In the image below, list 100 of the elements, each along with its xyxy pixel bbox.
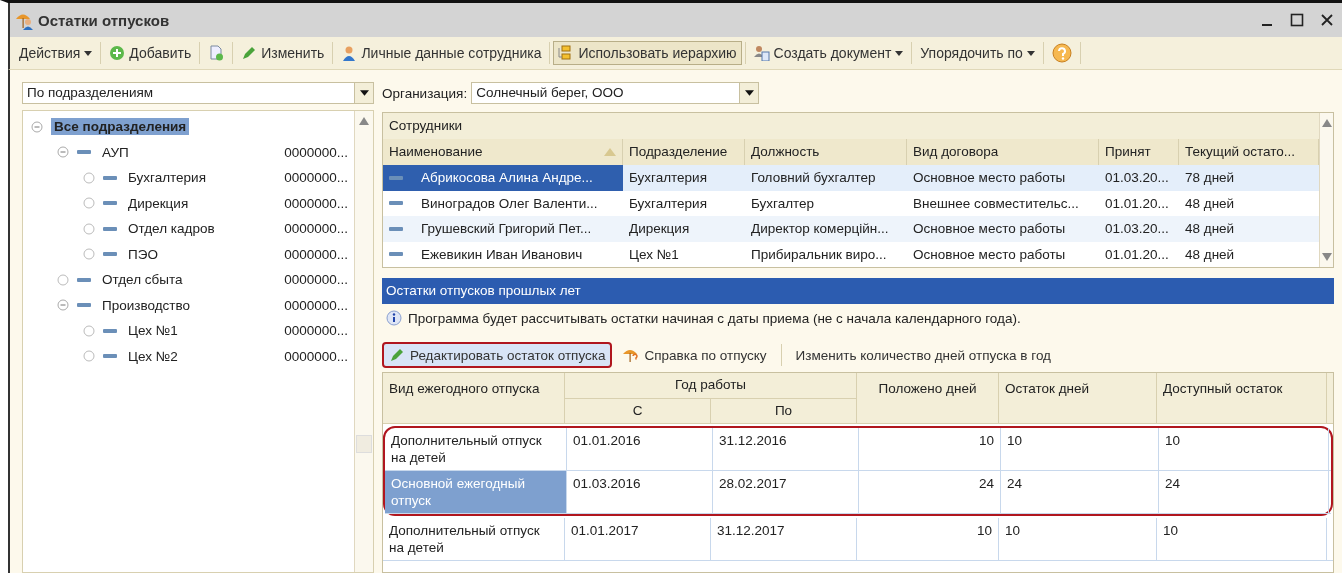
expand-toggle[interactable]: [83, 222, 95, 235]
organization-dropdown[interactable]: Солнечный берег, ООО: [471, 82, 760, 104]
column-header[interactable]: Остаток дней: [999, 373, 1157, 423]
table-cell: 01.03.2016: [567, 471, 713, 513]
table-cell: Грушевский Григорий Пет...: [421, 221, 592, 237]
close-icon[interactable]: [1320, 13, 1334, 27]
grouping-dropdown[interactable]: По подразделениям: [22, 82, 374, 104]
person-icon: [341, 45, 358, 61]
table-cell: 01.01.20...: [1105, 195, 1169, 211]
tree-item[interactable]: ПЭО: [125, 245, 161, 263]
expand-toggle[interactable]: [57, 273, 69, 286]
vacation-row[interactable]: Дополнительный отпуск на детей 01.01.2017 31.12.2017 10 10 10: [383, 518, 1333, 561]
caret-icon: [1026, 50, 1035, 56]
table-cell: 48 дней: [1185, 221, 1235, 237]
expand-toggle[interactable]: [83, 324, 95, 337]
table-cell: Бухгалтерия: [629, 170, 707, 186]
panel-title: Сотрудники: [383, 113, 1319, 139]
scroll-down-icon[interactable]: [1321, 253, 1332, 261]
table-cell: Основное место работы: [913, 246, 1066, 262]
action-button[interactable]: Изменить количество дней отпуска в год: [788, 342, 1058, 368]
department-code: 0000000...: [284, 246, 348, 262]
table-cell: 10: [857, 518, 999, 560]
plus-icon: [109, 45, 126, 61]
table-cell: Бухгалтер: [751, 195, 815, 211]
table-cell: 78 дней: [1185, 170, 1235, 186]
column-group-header: Год работы: [565, 373, 857, 399]
scroll-thumb[interactable]: [356, 435, 372, 453]
info-icon: [386, 310, 402, 326]
toolbar-button[interactable]: Личные данные сотрудника: [336, 41, 547, 65]
tree-item[interactable]: Отдел кадров: [125, 220, 218, 238]
action-button[interactable]: Справка по отпуску: [616, 342, 774, 368]
scroll-up-icon[interactable]: [1321, 119, 1332, 127]
tree-item[interactable]: Дирекция: [125, 194, 192, 212]
column-header[interactable]: Вид ежегодного отпуска: [383, 373, 565, 423]
department-code: 0000000...: [284, 170, 348, 186]
tree-item[interactable]: Отдел сбыта: [99, 271, 186, 289]
table-cell: Основное место работы: [913, 221, 1066, 237]
pencil-icon: [241, 45, 258, 61]
table-cell: Бухгалтерия: [629, 195, 707, 211]
table-cell: 10: [1157, 518, 1327, 560]
table-cell: 24: [1159, 471, 1329, 513]
organization-label: Организация:: [382, 85, 468, 101]
tree-item[interactable]: Бухгалтерия: [125, 169, 209, 187]
table-cell: Дополнительный отпуск на детей: [383, 518, 565, 560]
table-cell: 48 дней: [1185, 195, 1235, 211]
column-header[interactable]: Положено дней: [857, 373, 999, 423]
department-code: 0000000...: [284, 297, 348, 313]
table-cell: Дирекция: [629, 221, 690, 237]
vacation-row[interactable]: Основной ежегодный отпуск 01.03.2016 28.02.2017 24 24 24: [385, 471, 1331, 514]
table-cell: 01.03.20...: [1105, 221, 1169, 237]
toolbar-button[interactable]: Упорядочить по: [915, 41, 1040, 65]
toolbar-button[interactable]: Создать документ: [748, 41, 909, 65]
table-cell: 01.03.20...: [1105, 170, 1169, 186]
employee-row[interactable]: Грушевский Григорий Пет... Дирекция Директор комерційн... Основное место работы 01.03.20... 48 дней: [383, 216, 1319, 242]
toolbar-button[interactable]: Использовать иерархию: [553, 41, 742, 65]
table-cell: 10: [1001, 428, 1159, 470]
expand-toggle[interactable]: [31, 120, 43, 133]
scroll-up-icon[interactable]: [359, 117, 369, 125]
tree-item[interactable]: Все подразделения: [51, 118, 190, 136]
table-cell: 24: [859, 471, 1001, 513]
document-plus-icon: [208, 45, 225, 61]
column-header[interactable]: По: [711, 399, 857, 423]
table-cell: 31.12.2016: [713, 428, 859, 470]
dropdown-arrow-icon: [359, 90, 369, 96]
department-code: 0000000...: [284, 195, 348, 211]
tree-item[interactable]: Цех №2: [125, 347, 181, 365]
column-header[interactable]: С: [565, 399, 711, 423]
tree-item[interactable]: АУП: [99, 143, 132, 161]
employee-row[interactable]: Абрикосова Алина Андре... Бухгалтерия Головний бухгалтер Основное место работы 01.03.20... 78 дней: [383, 165, 1319, 191]
tree-item[interactable]: Производство: [99, 296, 194, 314]
table-cell: Дополнительный отпуск на детей: [385, 428, 567, 470]
column-header[interactable]: Доступный остаток: [1157, 373, 1327, 423]
department-code: 0000000...: [284, 348, 348, 364]
umbrella-question-icon: [623, 347, 640, 363]
person-document-icon: [753, 45, 770, 61]
employee-row[interactable]: Виноградов Олег Валенти... Бухгалтерия Бухгалтер Внешнее совместительс... 01.01.20... 48 дней: [383, 190, 1319, 216]
table-cell: Основное место работы: [913, 170, 1066, 186]
table-cell: 10: [1159, 428, 1329, 470]
expand-toggle[interactable]: [83, 197, 95, 210]
table-cell: 01.01.20...: [1105, 246, 1169, 262]
table-cell: Внешнее совместительс...: [913, 195, 1079, 211]
table-cell: 48 дней: [1185, 246, 1235, 262]
expand-toggle[interactable]: [83, 171, 95, 184]
employee-row[interactable]: Ежевикин Иван Иванович Цех №1 Прибиральник виро... Основное место работы 01.01.20... 48 дней: [383, 241, 1319, 267]
toolbar-button[interactable]: Действия: [14, 41, 98, 65]
maximize-icon[interactable]: [1290, 13, 1304, 27]
toolbar-button[interactable]: Добавить: [104, 41, 197, 65]
toolbar-button[interactable]: Изменить: [236, 41, 330, 65]
employee-icon: [389, 225, 403, 232]
table-cell: Прибиральник виро...: [751, 246, 887, 262]
sort-icon: [604, 148, 616, 156]
action-button[interactable]: Редактировать остаток отпуска: [382, 342, 613, 368]
expand-toggle[interactable]: [83, 350, 95, 363]
expand-toggle[interactable]: [83, 248, 95, 261]
caret-icon: [895, 50, 904, 56]
tree-item[interactable]: Цех №1: [125, 322, 181, 340]
expand-toggle[interactable]: [57, 299, 69, 312]
table-cell: 01.01.2016: [567, 428, 713, 470]
expand-toggle[interactable]: [57, 146, 69, 159]
table-cell: 24: [1001, 471, 1159, 513]
